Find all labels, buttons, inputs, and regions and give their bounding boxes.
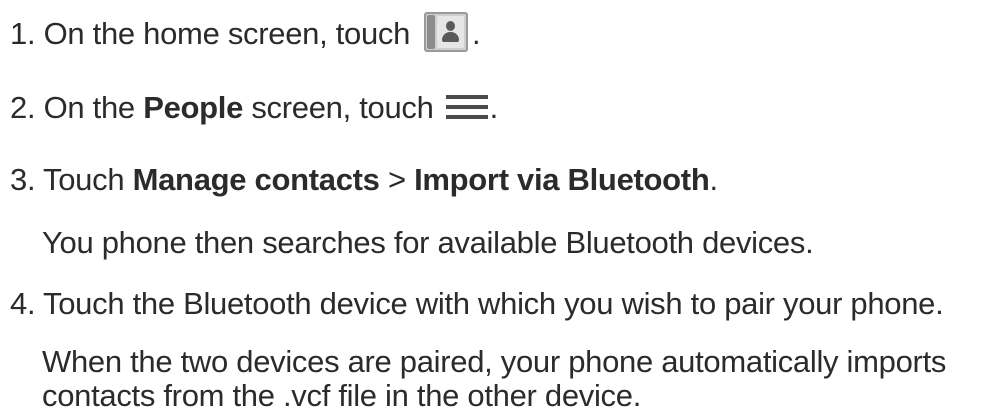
- step-3-note: You phone then searches for available Bl…: [42, 225, 814, 260]
- step-2-period: .: [489, 90, 499, 125]
- step-4-text: Touch the Bluetooth device with which yo…: [43, 286, 944, 321]
- instructions-document: 1. On the home screen, touch. 2. On the …: [0, 0, 1005, 416]
- step-3-manage-contacts-label: Manage contacts: [132, 162, 380, 197]
- step-4-note-line-2: contacts from the .vcf file in the other…: [42, 378, 642, 413]
- step-3-text-before: Touch: [43, 162, 125, 197]
- step-3-number: 3.: [10, 162, 36, 197]
- step-2-text-before: On the: [43, 90, 136, 125]
- step-3-import-via-bluetooth-label: Import via Bluetooth: [414, 162, 710, 197]
- step-3-period: .: [709, 162, 718, 197]
- step-4: 4. Touch the Bluetooth device with which…: [10, 286, 944, 322]
- contacts-app-icon: [424, 12, 469, 52]
- step-3: 3. Touch Manage contacts > Import via Bl…: [10, 162, 718, 198]
- step-3-separator: >: [387, 162, 406, 197]
- step-2: 2. On the People screen, touch.: [10, 90, 498, 126]
- step-1-number: 1.: [10, 16, 36, 51]
- step-1: 1. On the home screen, touch.: [10, 12, 481, 52]
- step-1-period: .: [472, 16, 481, 51]
- step-4-note-line-1: When the two devices are paired, your ph…: [42, 344, 947, 379]
- menu-icon: [445, 94, 488, 120]
- step-2-number: 2.: [10, 90, 36, 125]
- step-2-people-label: People: [143, 90, 244, 125]
- step-1-text: On the home screen, touch: [43, 16, 411, 51]
- step-2-text-middle: screen, touch: [251, 90, 434, 125]
- step-4-number: 4.: [10, 286, 36, 321]
